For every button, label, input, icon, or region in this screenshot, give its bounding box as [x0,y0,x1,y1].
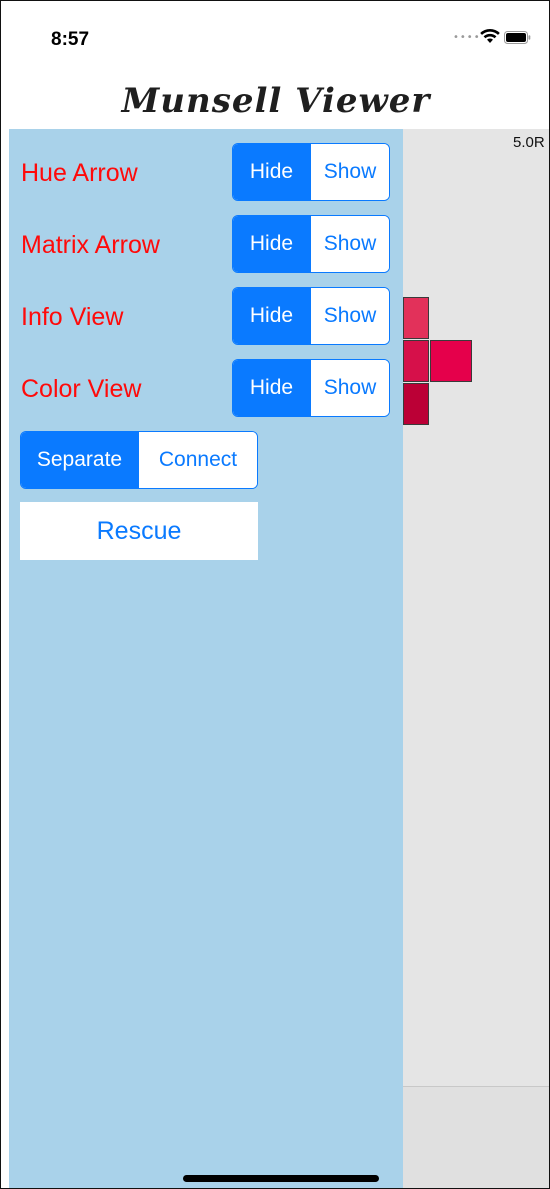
info-view-label: Info View [21,303,124,331]
matrix-arrow-hide-button[interactable]: Hide [233,216,310,272]
status-time: 8:57 [51,29,90,50]
wifi-icon [480,28,500,43]
color-swatch[interactable] [403,383,429,425]
viewer-bottom-bar [403,1086,549,1188]
info-view-toggle[interactable]: Hide Show [232,287,390,345]
hue-label: 5.0R [513,134,545,151]
matrix-arrow-show-button[interactable]: Show [310,216,389,272]
hue-arrow-show-button[interactable]: Show [310,144,389,200]
munsell-viewer-area[interactable] [403,129,549,1188]
color-swatch[interactable] [430,340,472,382]
rescue-button[interactable]: Rescue [20,502,258,560]
app-frame: 8:57 •••• Munsell Viewer 5.0R Hue Arrow … [0,0,550,1189]
info-view-hide-button[interactable]: Hide [233,288,310,344]
color-swatch[interactable] [403,340,429,382]
home-indicator[interactable] [183,1175,379,1182]
color-swatch[interactable] [403,297,429,339]
mode-toggle[interactable]: Separate Connect [20,431,258,489]
hue-arrow-toggle[interactable]: Hide Show [232,143,390,201]
color-view-label: Color View [21,375,142,403]
page-title: Munsell Viewer [121,81,431,121]
color-view-show-button[interactable]: Show [310,360,389,416]
matrix-arrow-label: Matrix Arrow [21,231,160,259]
matrix-arrow-toggle[interactable]: Hide Show [232,215,390,273]
connect-button[interactable]: Connect [138,432,257,488]
signal-dots-icon: •••• [453,32,481,43]
color-view-hide-button[interactable]: Hide [233,360,310,416]
status-bar: 8:57 •••• [1,1,549,71]
settings-side-panel: Hue Arrow Hide Show Matrix Arrow Hide Sh… [9,129,403,1188]
battery-icon [504,31,531,44]
separate-button[interactable]: Separate [21,432,138,488]
info-view-show-button[interactable]: Show [310,288,389,344]
hue-arrow-label: Hue Arrow [21,159,138,187]
hue-arrow-hide-button[interactable]: Hide [233,144,310,200]
color-view-toggle[interactable]: Hide Show [232,359,390,417]
